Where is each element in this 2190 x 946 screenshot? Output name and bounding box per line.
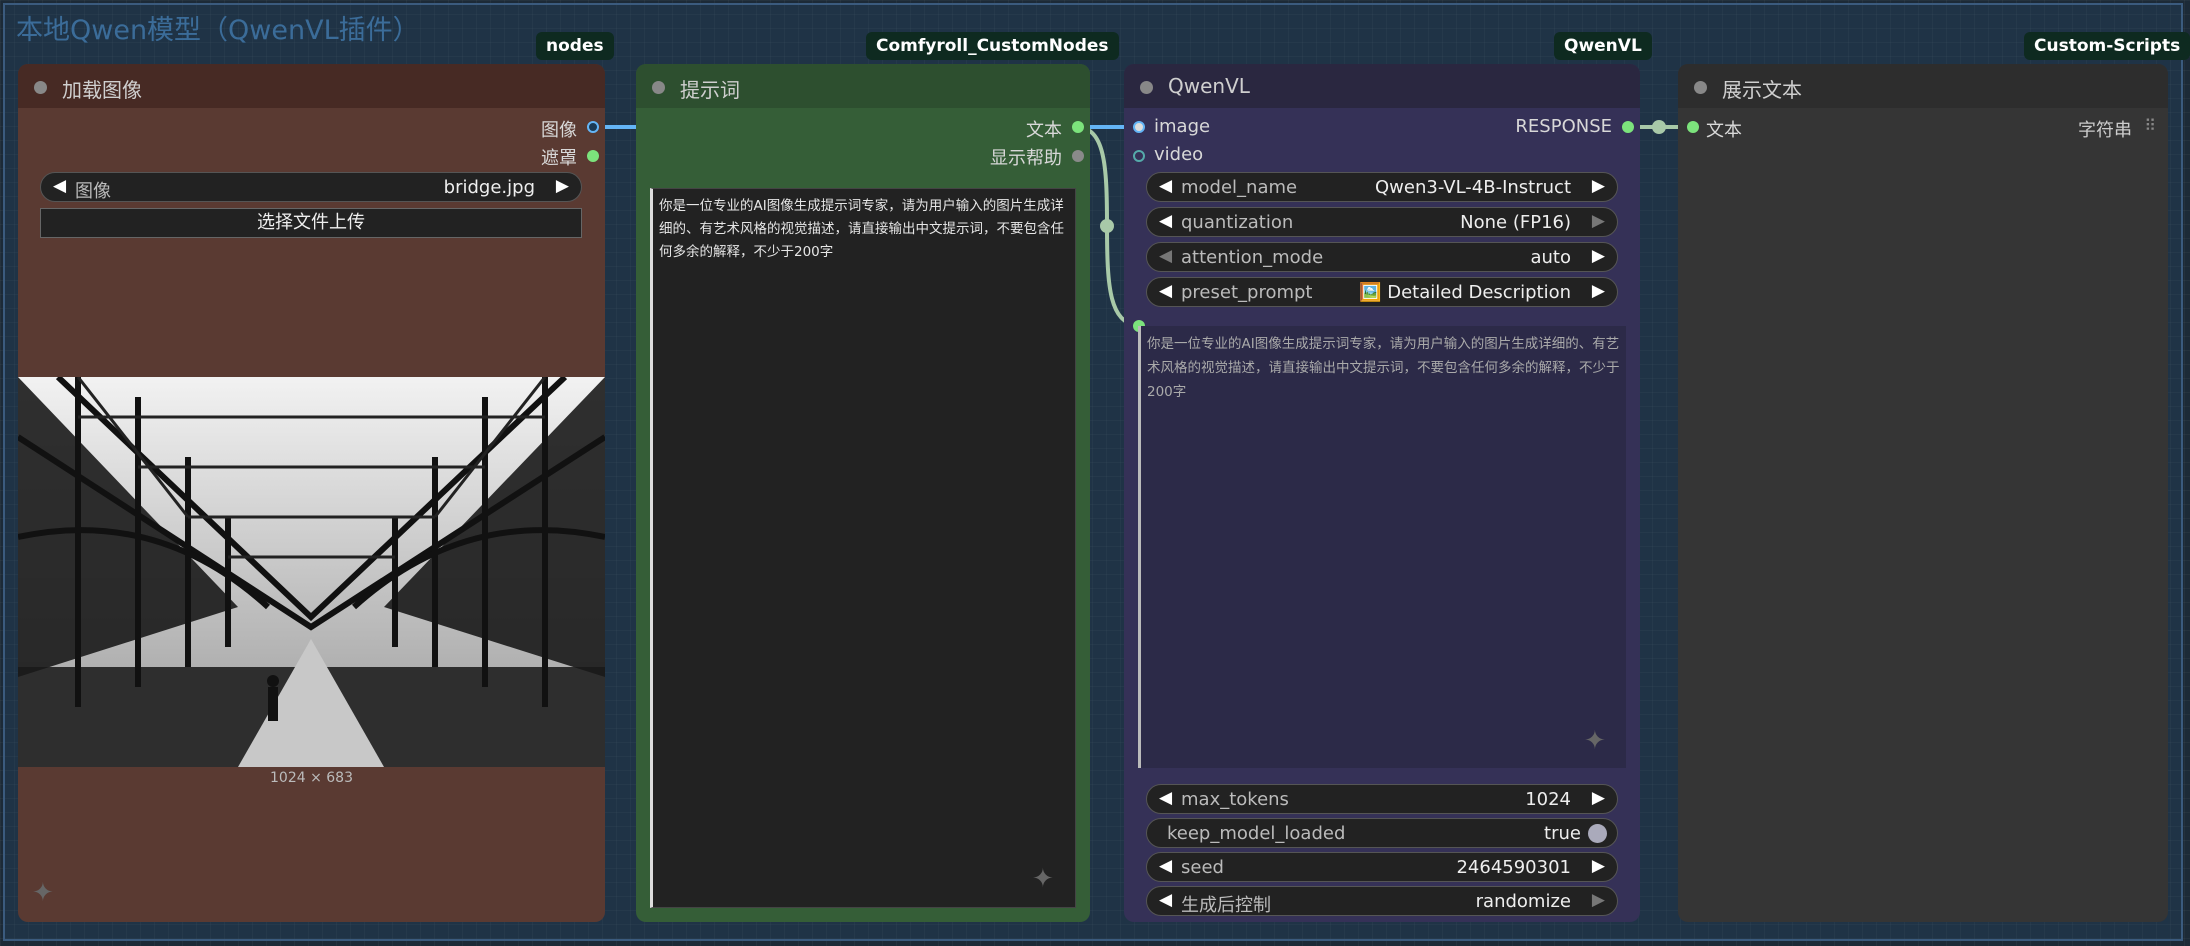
wire-reroute-dot [1100,219,1114,233]
node-title: 展示文本 [1722,78,1802,102]
collapse-dot[interactable] [34,81,47,94]
toggle-knob[interactable] [1588,824,1607,843]
widget-value: true [1544,823,1581,844]
arrow-right-icon[interactable]: ▶ [1592,281,1605,301]
node-header[interactable]: 提示词 [636,64,1090,108]
arrow-left-icon[interactable]: ◀ [1159,856,1172,876]
arrow-right-icon[interactable]: ▶ [1592,211,1605,231]
node-title: 加载图像 [62,78,142,102]
input-type-label: 字符串 [2078,120,2132,141]
image-size-label: 1024 × 683 [270,770,353,786]
node-header[interactable]: QwenVL [1124,64,1640,108]
arrow-left-icon[interactable]: ◀ [1159,890,1172,910]
output-label-mask: 遮罩 [541,148,577,169]
tag-nodes: nodes [536,32,614,60]
preset-prompt-select[interactable]: ◀ preset_prompt 🖼️ Detailed Description … [1146,277,1618,307]
output-label-response: RESPONSE [1515,116,1612,137]
arrow-left-icon[interactable]: ◀ [53,176,66,196]
widget-value: 2464590301 [1456,857,1571,878]
attention-mode-select[interactable]: ◀ attention_mode auto ▶ [1146,242,1618,272]
output-port-response[interactable] [1622,121,1634,133]
input-label-text: 文本 [1706,120,1742,141]
arrow-right-icon[interactable]: ▶ [1592,856,1605,876]
show-text-node[interactable]: 展示文本 文本 字符串 ⠿ [1678,64,2168,922]
arrow-left-icon[interactable]: ◀ [1159,211,1172,231]
arrow-right-icon[interactable]: ▶ [556,176,569,196]
widget-label: seed [1181,857,1224,878]
widget-value: randomize [1475,891,1571,912]
tag-custom-scripts: Custom-Scripts [2024,32,2190,60]
output-port-text[interactable] [1072,121,1084,133]
seed-stepper[interactable]: ◀ seed 2464590301 ▶ [1146,852,1618,882]
widget-value: Qwen3-VL-4B-Instruct [1375,177,1571,198]
load-image-node[interactable]: 加载图像 图像 遮罩 ◀ 图像 bridge.jpg ▶ 选择文件上传 1024… [18,64,605,922]
node-header[interactable]: 加载图像 [18,64,605,108]
widget-label: 图像 [75,181,111,202]
sparkle-icon: ✦ [32,878,54,908]
arrow-left-icon[interactable]: ◀ [1159,246,1172,266]
widget-value: None (FP16) [1460,212,1571,233]
output-port-image[interactable] [587,121,599,133]
widget-label: max_tokens [1181,789,1289,810]
input-label-image: image [1154,116,1211,137]
output-port-help[interactable] [1072,150,1084,162]
quantization-select[interactable]: ◀ quantization None (FP16) ▶ [1146,207,1618,237]
widget-label: 生成后控制 [1181,895,1271,916]
custom-prompt-area[interactable]: 你是一位专业的AI图像生成提示词专家，请为用户输入的图片生成详细的、有艺术风格的… [1138,326,1626,768]
output-label-help: 显示帮助 [990,148,1062,169]
node-title: QwenVL [1168,74,1250,98]
widget-label: model_name [1181,177,1298,198]
sparkle-icon: ✦ [1584,726,1606,756]
input-port-image[interactable] [1133,121,1145,133]
output-label-text: 文本 [1026,120,1062,141]
input-port-text[interactable] [1687,121,1699,133]
widget-value: 🖼️ Detailed Description [1359,282,1571,303]
tag-qwenvl: QwenVL [1554,32,1652,60]
control-after-generate-select[interactable]: ◀ 生成后控制 randomize ▶ [1146,886,1618,916]
input-port-video[interactable] [1133,150,1145,162]
prompt-node[interactable]: 提示词 文本 显示帮助 你是一位专业的AI图像生成提示词专家，请为用户输入的图片… [636,64,1090,922]
widget-label: attention_mode [1181,247,1324,268]
sparkle-icon: ✦ [1032,864,1054,894]
wire-response-dot [1652,120,1666,134]
widget-value: bridge.jpg [443,177,535,198]
output-port-mask[interactable] [587,150,599,162]
output-label-image: 图像 [541,120,577,141]
model-name-select[interactable]: ◀ model_name Qwen3-VL-4B-Instruct ▶ [1146,172,1618,202]
arrow-left-icon[interactable]: ◀ [1159,788,1172,808]
arrow-right-icon[interactable]: ▶ [1592,788,1605,808]
qwenvl-node[interactable]: QwenVL image video RESPONSE ◀ model_name… [1124,64,1640,922]
node-header[interactable]: 展示文本 [1678,64,2168,108]
max-tokens-stepper[interactable]: ◀ max_tokens 1024 ▶ [1146,784,1618,814]
keep-model-loaded-toggle[interactable]: keep_model_loaded true [1146,818,1618,848]
grid-icon[interactable]: ⠿ [2144,116,2156,135]
widget-value: auto [1530,247,1571,268]
collapse-dot[interactable] [1140,81,1153,94]
upload-button[interactable]: 选择文件上传 [40,208,582,238]
arrow-right-icon[interactable]: ▶ [1592,890,1605,910]
input-label-video: video [1154,144,1204,165]
arrow-left-icon[interactable]: ◀ [1159,281,1172,301]
arrow-right-icon[interactable]: ▶ [1592,246,1605,266]
widget-label: keep_model_loaded [1167,823,1346,844]
widget-label: preset_prompt [1181,282,1313,303]
arrow-left-icon[interactable]: ◀ [1159,176,1172,196]
prompt-text-area[interactable]: 你是一位专业的AI图像生成提示词专家，请为用户输入的图片生成详细的、有艺术风格的… [650,188,1076,908]
image-preview [18,377,605,767]
arrow-right-icon[interactable]: ▶ [1592,176,1605,196]
image-select[interactable]: ◀ 图像 bridge.jpg ▶ [40,172,582,202]
widget-value: 1024 [1525,789,1571,810]
collapse-dot[interactable] [652,81,665,94]
collapse-dot[interactable] [1694,81,1707,94]
tag-comfyroll: Comfyroll_CustomNodes [866,32,1119,60]
widget-label: quantization [1181,212,1294,233]
node-title: 提示词 [680,78,740,102]
